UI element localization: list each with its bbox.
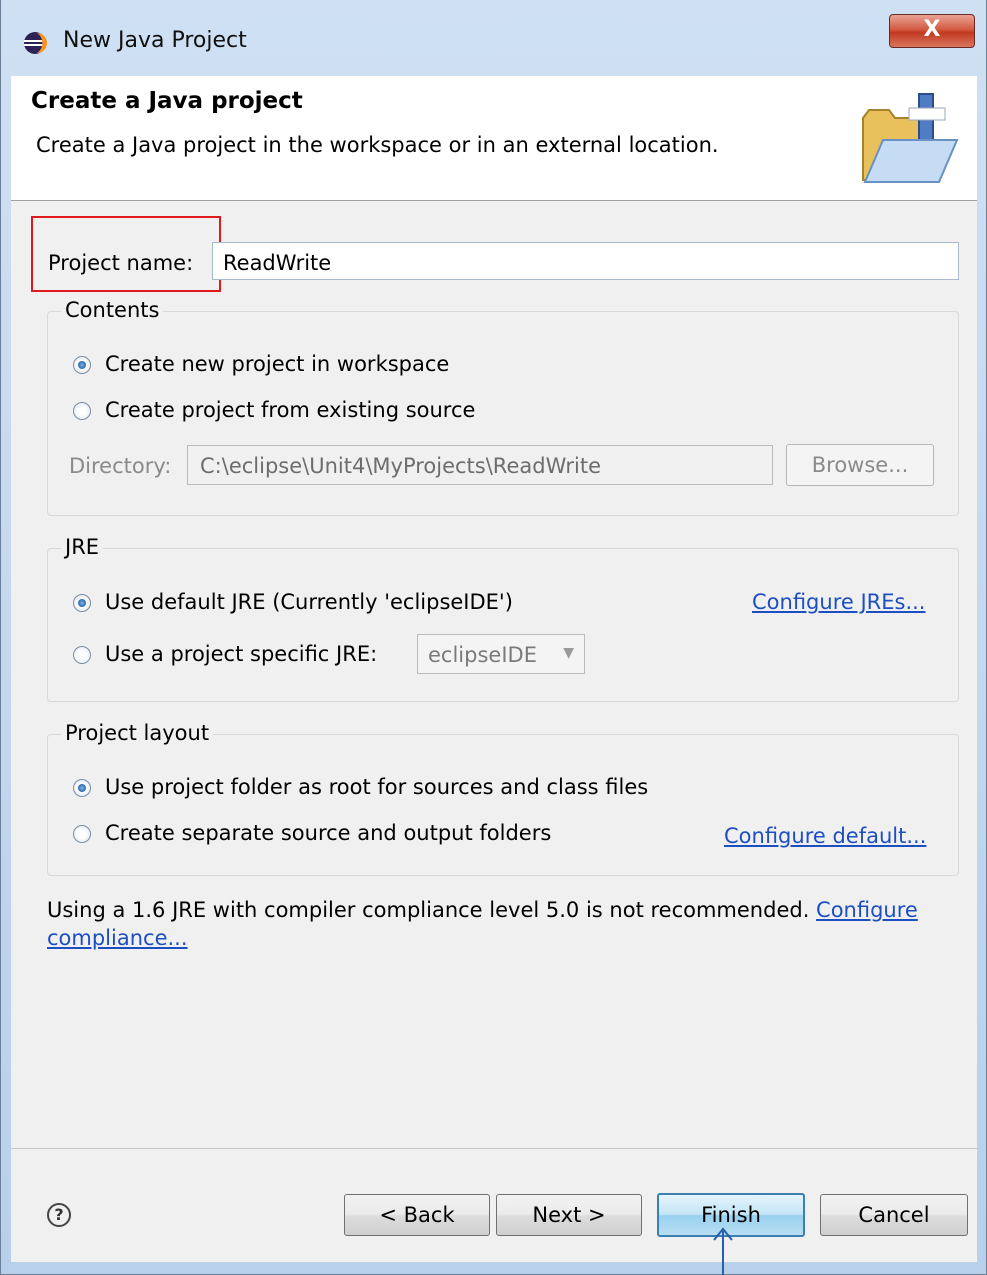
wizard-description: Create a Java project in the workspace o…	[36, 133, 719, 157]
arrow-up-icon	[713, 1227, 733, 1275]
browse-button[interactable]: Browse...	[786, 444, 934, 486]
radio-project-root-label[interactable]: Use project folder as root for sources a…	[105, 775, 648, 799]
radio-default-jre-label[interactable]: Use default JRE (Currently 'eclipseIDE')	[105, 590, 513, 614]
back-button[interactable]: < Back	[344, 1194, 490, 1236]
radio-separate-folders-label[interactable]: Create separate source and output folder…	[105, 821, 551, 845]
compliance-warning-text: Using a 1.6 JRE with compiler compliance…	[47, 898, 817, 922]
wizard-title: Create a Java project	[31, 88, 303, 114]
project-layout-group-label: Project layout	[61, 721, 214, 745]
radio-existing-source-label[interactable]: Create project from existing source	[105, 398, 475, 422]
project-name-input[interactable]: ReadWrite	[212, 242, 959, 280]
contents-group-label: Contents	[61, 298, 164, 322]
configure-jres-link[interactable]: Configure JREs...	[752, 590, 925, 614]
jre-select-value: eclipseIDE	[428, 643, 537, 667]
directory-label: Directory:	[69, 454, 172, 478]
close-button[interactable]: X	[889, 14, 975, 48]
project-layout-group	[47, 734, 959, 876]
radio-separate-folders[interactable]	[73, 825, 91, 843]
radio-specific-jre[interactable]	[73, 646, 91, 664]
chevron-down-icon: ▼	[563, 645, 574, 661]
cancel-button[interactable]: Cancel	[820, 1194, 968, 1236]
configure-default-link[interactable]: Configure default...	[724, 824, 926, 848]
eclipse-icon	[24, 32, 47, 54]
radio-existing-source[interactable]	[73, 402, 91, 420]
java-folder-icon	[862, 93, 959, 183]
jre-group	[47, 548, 959, 702]
radio-default-jre[interactable]	[73, 594, 91, 612]
footer-divider	[11, 1148, 977, 1149]
radio-new-project[interactable]	[73, 356, 91, 374]
jre-group-label: JRE	[61, 535, 104, 559]
help-icon[interactable]: ?	[47, 1203, 71, 1227]
project-name-label: Project name:	[48, 251, 194, 275]
dialog-window: New Java Project X Create a Java project…	[0, 0, 987, 1275]
radio-project-root[interactable]	[73, 779, 91, 797]
radio-new-project-label[interactable]: Create new project in workspace	[105, 352, 449, 376]
next-button[interactable]: Next >	[496, 1194, 642, 1236]
window-title: New Java Project	[63, 28, 247, 53]
title-bar: New Java Project X	[1, 0, 987, 84]
wizard-header: Create a Java project Create a Java proj…	[11, 76, 977, 201]
directory-input[interactable]: C:\eclipse\Unit4\MyProjects\ReadWrite	[187, 445, 773, 485]
compliance-warning: Using a 1.6 JRE with compiler compliance…	[47, 896, 957, 952]
radio-specific-jre-label[interactable]: Use a project specific JRE:	[105, 642, 377, 666]
jre-select[interactable]: eclipseIDE ▼	[417, 634, 585, 674]
